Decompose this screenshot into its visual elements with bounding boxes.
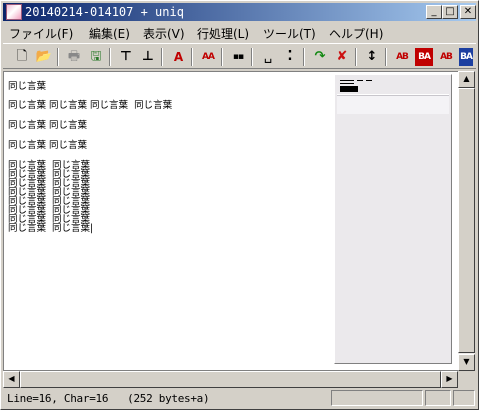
- open-folder-icon[interactable]: 📂: [35, 48, 53, 66]
- editor-line: 同じ言葉: [8, 81, 47, 92]
- close-button[interactable]: ✕: [460, 5, 476, 19]
- colon-icon[interactable]: ⁚: [281, 48, 299, 66]
- status-bar: Line=16, Char=16 (252 bytes+a): [3, 389, 476, 407]
- menu-tools[interactable]: ツール(T): [263, 25, 316, 42]
- sort-ab-2-icon[interactable]: AB: [437, 48, 455, 66]
- editor-line: 同じ言葉 同じ言葉: [8, 120, 88, 131]
- menu-help[interactable]: ヘルプ(H): [329, 25, 383, 42]
- window-title: 20140214-014107 + uniq: [25, 5, 184, 19]
- scroll-down-button[interactable]: ▼: [458, 354, 475, 371]
- sort-ba-icon[interactable]: BA: [415, 48, 433, 66]
- minimap-block: [340, 86, 358, 92]
- menu-view[interactable]: 表示(V): [143, 25, 185, 42]
- menu-edit[interactable]: 編集(E): [89, 25, 130, 42]
- go-bottom-icon[interactable]: ⊥: [139, 48, 157, 66]
- vertical-scrollbar[interactable]: ▲ ▼: [458, 71, 475, 371]
- space-icon[interactable]: ␣: [259, 48, 277, 66]
- font-size-icon[interactable]: A: [169, 48, 187, 66]
- scrollbar-corner: [458, 371, 475, 388]
- scroll-right-button[interactable]: ▶: [441, 371, 458, 388]
- toolbar-separator: [57, 48, 59, 66]
- minimize-button[interactable]: _: [426, 5, 442, 19]
- scroll-up-button[interactable]: ▲: [458, 71, 475, 88]
- horizontal-scrollbar[interactable]: ◀ ▶: [3, 371, 458, 388]
- toolbar: 🗋 📂 🖶 🖫 ⊤ ⊥ A AA ▪▪ ␣ ⁚ ↷ ✘ ↕ AB BA AB B…: [3, 43, 476, 69]
- case-icon[interactable]: AA: [199, 48, 217, 66]
- menu-file[interactable]: ファイル(F): [9, 25, 73, 42]
- status-panel: [331, 390, 423, 406]
- print-preview-icon[interactable]: 🖶: [65, 48, 83, 66]
- sort-ba-2-icon[interactable]: BA: [459, 48, 473, 66]
- maximize-button[interactable]: □: [442, 5, 458, 19]
- grid-icon[interactable]: ▪▪: [229, 48, 247, 66]
- toolbar-separator: [251, 48, 253, 66]
- title-bar[interactable]: 20140214-014107 + uniq _ □ ✕: [3, 3, 476, 21]
- new-file-icon[interactable]: 🗋: [13, 48, 31, 66]
- toolbar-separator: [303, 48, 305, 66]
- status-panel: [425, 390, 451, 406]
- save-icon[interactable]: 🖫: [87, 48, 105, 66]
- updown-icon[interactable]: ↕: [363, 48, 381, 66]
- app-icon[interactable]: [6, 4, 22, 20]
- menu-bar: ファイル(F) 編集(E) 表示(V) 行処理(L) ツール(T) ヘルプ(H): [3, 22, 476, 42]
- toolbar-separator: [191, 48, 193, 66]
- editor-line: 同じ言葉 同じ言葉|: [8, 223, 94, 234]
- menu-line-processing[interactable]: 行処理(L): [197, 25, 249, 42]
- editor-line: 同じ言葉 同じ言葉: [8, 140, 88, 151]
- vertical-scroll-thumb[interactable]: [458, 88, 475, 353]
- app-window: 20140214-014107 + uniq _ □ ✕ ファイル(F) 編集(…: [0, 0, 479, 410]
- sort-ab-icon[interactable]: AB: [393, 48, 411, 66]
- horizontal-scroll-thumb[interactable]: [20, 371, 441, 388]
- go-top-icon[interactable]: ⊤: [117, 48, 135, 66]
- red-cross-icon[interactable]: ✘: [333, 48, 351, 66]
- minimap-panel[interactable]: [334, 74, 452, 364]
- minimap-line: [340, 83, 354, 84]
- green-arrow-icon[interactable]: ↷: [311, 48, 329, 66]
- minimap-line: [357, 80, 363, 81]
- status-text: Line=16, Char=16 (252 bytes+a): [7, 392, 210, 405]
- editor-line: 同じ言葉 同じ言葉 同じ言葉 同じ言葉: [8, 100, 173, 111]
- scroll-left-button[interactable]: ◀: [3, 371, 20, 388]
- toolbar-separator: [221, 48, 223, 66]
- toolbar-separator: [161, 48, 163, 66]
- toolbar-separator: [385, 48, 387, 66]
- status-panel: [453, 390, 475, 406]
- minimap-band: [337, 96, 449, 114]
- toolbar-separator: [109, 48, 111, 66]
- minimap-line: [366, 80, 372, 81]
- minimap-line: [340, 80, 354, 81]
- toolbar-separator: [355, 48, 357, 66]
